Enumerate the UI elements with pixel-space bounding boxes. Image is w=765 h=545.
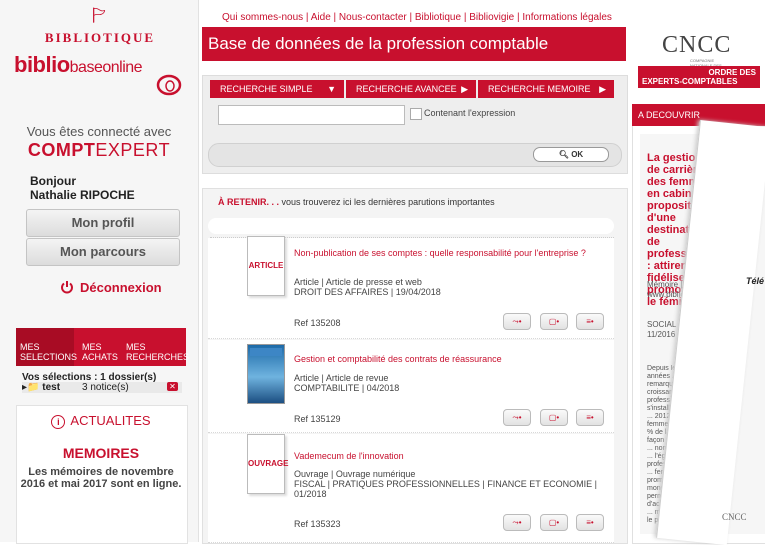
item-title[interactable]: Non-publication de ses comptes : quelle … <box>294 248 600 259</box>
tab-line: MES <box>20 342 40 352</box>
cncc-logo[interactable]: CNCC <box>662 32 731 59</box>
brand-light: EXPERT <box>95 140 171 160</box>
folder-add-icon[interactable]: ▢• <box>540 313 568 330</box>
oec-line2: EXPERTS-COMPTABLES <box>642 77 738 86</box>
info-icon: i <box>51 415 66 429</box>
page-title-banner: Base de données de la profession comptab… <box>202 27 626 61</box>
bibliotique-logo[interactable]: BIBLIOTIQUE <box>30 30 170 46</box>
item-title[interactable]: Vademecum de l'innovation <box>294 451 600 462</box>
a-retenir-subtitle: vous trouverez ici les dernières parutio… <box>281 197 495 207</box>
folder-name: test <box>42 382 61 393</box>
bibliotique-logo-icon: 🏱 <box>92 8 106 25</box>
user-tabs: MES SELECTIONS MES ACHATS MES RECHERCHES <box>16 328 190 366</box>
ok-label: OK <box>571 150 584 159</box>
magazine-thumbnail[interactable] <box>247 344 285 404</box>
pdf-icon[interactable]: ⤳• <box>503 409 531 426</box>
link-contact[interactable]: Nous-contacter <box>339 12 407 23</box>
search-ok-button[interactable]: 🔍︎ OK <box>533 147 609 162</box>
tab-line: RECHERCHES <box>126 352 190 362</box>
pdf-icon[interactable]: ⤳• <box>503 313 531 330</box>
document-preview-text: Télé <box>746 276 765 286</box>
a-retenir-heading: À RETENIR. . . vous trouverez ici les de… <box>218 197 495 207</box>
expression-checkbox-label: Contenant l'expression <box>424 108 516 118</box>
notice-icon[interactable]: ≡• <box>576 514 604 531</box>
article-thumbnail[interactable]: ARTICLE <box>247 236 285 296</box>
oec-logo[interactable]: ORDRE DES EXPERTS-COMPTABLES <box>638 66 760 88</box>
actualites-label: ACTUALITES <box>70 413 151 428</box>
item-ref: Ref 135129 <box>294 414 341 424</box>
tab-line: MES <box>82 342 102 352</box>
item-ref: Ref 135323 <box>294 519 341 529</box>
search-icon: 🔍︎ <box>558 150 569 159</box>
notice-icon[interactable]: ≡• <box>576 313 604 330</box>
item-meta: FISCAL | PRATIQUES PROFESSIONNELLES | FI… <box>294 479 597 499</box>
link-informations-legales[interactable]: Informations légales <box>522 12 612 23</box>
tab-line: MES <box>126 342 146 352</box>
chevron-down-icon: ▼ <box>327 84 336 94</box>
a-decouvrir-title: A DECOUVRIR <box>632 104 765 126</box>
bibliobaseonline-logo[interactable]: bibliobaseonline <box>14 52 143 78</box>
a-retenir-top-bar <box>208 218 614 234</box>
top-links: Qui sommes-nous | Aide | Nous-contacter … <box>222 12 612 23</box>
tab-label: RECHERCHE SIMPLE <box>220 84 313 94</box>
user-greeting: Bonjour Nathalie RIPOCHE <box>30 174 135 202</box>
link-bibliovigie[interactable]: Bibliovigie <box>469 12 514 23</box>
logo-bold-part: biblio <box>14 52 70 77</box>
folder-count: 3 notice(s) <box>82 382 129 393</box>
power-icon <box>61 281 73 294</box>
a-retenir-title: À RETENIR. . . <box>218 197 280 207</box>
selection-folder-row[interactable]: ▸📁 test 3 notice(s) ✕ <box>22 382 182 393</box>
tab-line: ACHATS <box>82 352 118 362</box>
tab-recherche-memoire[interactable]: RECHERCHE MEMOIRE ▶ <box>478 80 614 98</box>
tab-line: SELECTIONS <box>20 352 78 362</box>
tab-label: RECHERCHE AVANCEE <box>356 84 457 94</box>
brand-bold: COMPT <box>27 140 96 160</box>
user-name: Nathalie RIPOCHE <box>30 188 135 202</box>
magazine-cover-title <box>250 348 282 356</box>
mouse-logo-icon <box>156 74 182 96</box>
comptexpert-brand: COMPTEXPERT <box>0 140 198 161</box>
greeting-text: Bonjour <box>30 174 76 188</box>
tab-label: RECHERCHE MEMOIRE <box>488 84 591 94</box>
profile-button[interactable]: Mon profil <box>26 209 180 237</box>
logout-link[interactable]: Déconnexion <box>60 280 162 295</box>
search-input[interactable] <box>218 105 405 125</box>
notice-icon[interactable]: ≡• <box>576 409 604 426</box>
pdf-icon[interactable]: ⤳• <box>503 514 531 531</box>
journey-button[interactable]: Mon parcours <box>26 238 180 266</box>
item-title[interactable]: Gestion et comptabilité des contrats de … <box>294 354 600 365</box>
chevron-right-icon: ▶ <box>461 84 468 94</box>
chevron-right-icon: ▶ <box>599 84 606 94</box>
link-aide[interactable]: Aide <box>311 12 331 23</box>
folder-add-icon[interactable]: ▢• <box>540 409 568 426</box>
link-bibliotique[interactable]: Bibliotique <box>415 12 461 23</box>
memoires-title[interactable]: MEMOIRES <box>16 445 186 461</box>
tab-recherche-simple[interactable]: RECHERCHE SIMPLE ▼ <box>210 80 344 98</box>
tab-recherche-avancee[interactable]: RECHERCHE AVANCEE ▶ <box>346 80 476 98</box>
oec-line1: ORDRE DES <box>708 68 756 77</box>
logout-label: Déconnexion <box>80 280 162 295</box>
tab-selections[interactable]: MES SELECTIONS <box>16 328 78 366</box>
delete-folder-icon[interactable]: ✕ <box>167 382 178 391</box>
expression-checkbox[interactable] <box>410 108 422 120</box>
item-type: Ouvrage | Ouvrage numérique <box>294 469 416 479</box>
document-preview-logo: CNCC <box>722 512 747 522</box>
tab-achats[interactable]: MES ACHATS <box>78 328 122 366</box>
item-meta: COMPTABILITE | 04/2018 <box>294 383 400 393</box>
item-type: Article | Article de revue <box>294 373 389 383</box>
link-qui-sommes-nous[interactable]: Qui sommes-nous <box>222 12 303 23</box>
ouvrage-thumbnail[interactable]: OUVRAGE <box>247 434 288 494</box>
actualites-title: i ACTUALITES <box>16 413 186 429</box>
tab-recherches[interactable]: MES RECHERCHES <box>122 328 190 366</box>
folder-icon: ▸📁 <box>22 382 40 393</box>
item-ref: Ref 135208 <box>294 318 341 328</box>
connected-with-text: Vous êtes connecté avec <box>26 124 172 139</box>
item-type: Article | Article de presse et web <box>294 277 422 287</box>
folder-add-icon[interactable]: ▢• <box>540 514 568 531</box>
item-meta: DROIT DES AFFAIRES | 19/04/2018 <box>294 287 441 297</box>
memoires-text: Les mémoires de novembre 2016 et mai 201… <box>20 466 182 490</box>
logo-thin-part: baseonline <box>69 59 143 76</box>
